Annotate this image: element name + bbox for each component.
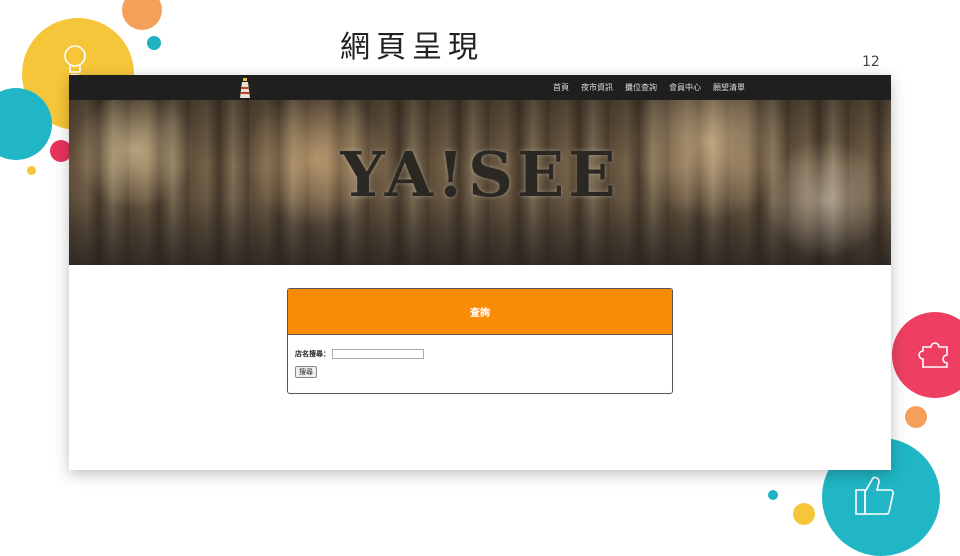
- decor-circle: [905, 406, 927, 428]
- store-search-input[interactable]: [332, 349, 424, 359]
- search-panel-header: 查詢: [288, 289, 672, 335]
- store-search-label: 店名搜尋：: [295, 350, 330, 358]
- decor-circle: [768, 490, 778, 500]
- hero-title: YA!SEE: [340, 138, 620, 211]
- nav-item-market-info[interactable]: 夜市資訊: [581, 82, 613, 93]
- nav-item-wishlist[interactable]: 願望清單: [713, 82, 745, 93]
- decor-circle: [147, 36, 161, 50]
- decor-circle: [27, 166, 36, 175]
- store-search-row: 店名搜尋：: [295, 349, 424, 359]
- slide-title: 網頁呈現: [340, 30, 484, 65]
- search-panel-title: 查詢: [470, 308, 490, 319]
- search-button[interactable]: 搜尋: [295, 366, 317, 378]
- thumbs-up-icon: [855, 476, 894, 515]
- nav-item-stall-search[interactable]: 攤位查詢: [625, 82, 657, 93]
- hero-banner: YA!SEE: [69, 100, 891, 265]
- nav-menu: 首頁 夜市資訊 攤位查詢 會員中心 願望清單: [553, 82, 745, 93]
- nav-item-home[interactable]: 首頁: [553, 82, 569, 93]
- puzzle-icon: [918, 342, 948, 368]
- lighthouse-icon[interactable]: [237, 77, 253, 99]
- slide-number: 12: [862, 54, 880, 70]
- website-screenshot: 首頁 夜市資訊 攤位查詢 會員中心 願望清單 YA!SEE 查詢 店名搜尋： 搜…: [69, 75, 891, 470]
- lightbulb-icon: [64, 45, 86, 76]
- search-panel: 查詢 店名搜尋： 搜尋: [287, 288, 673, 394]
- decor-circle: [793, 503, 815, 525]
- top-navbar: 首頁 夜市資訊 攤位查詢 會員中心 願望清單: [69, 75, 891, 100]
- decor-circle: [122, 0, 162, 30]
- nav-item-member-center[interactable]: 會員中心: [669, 82, 701, 93]
